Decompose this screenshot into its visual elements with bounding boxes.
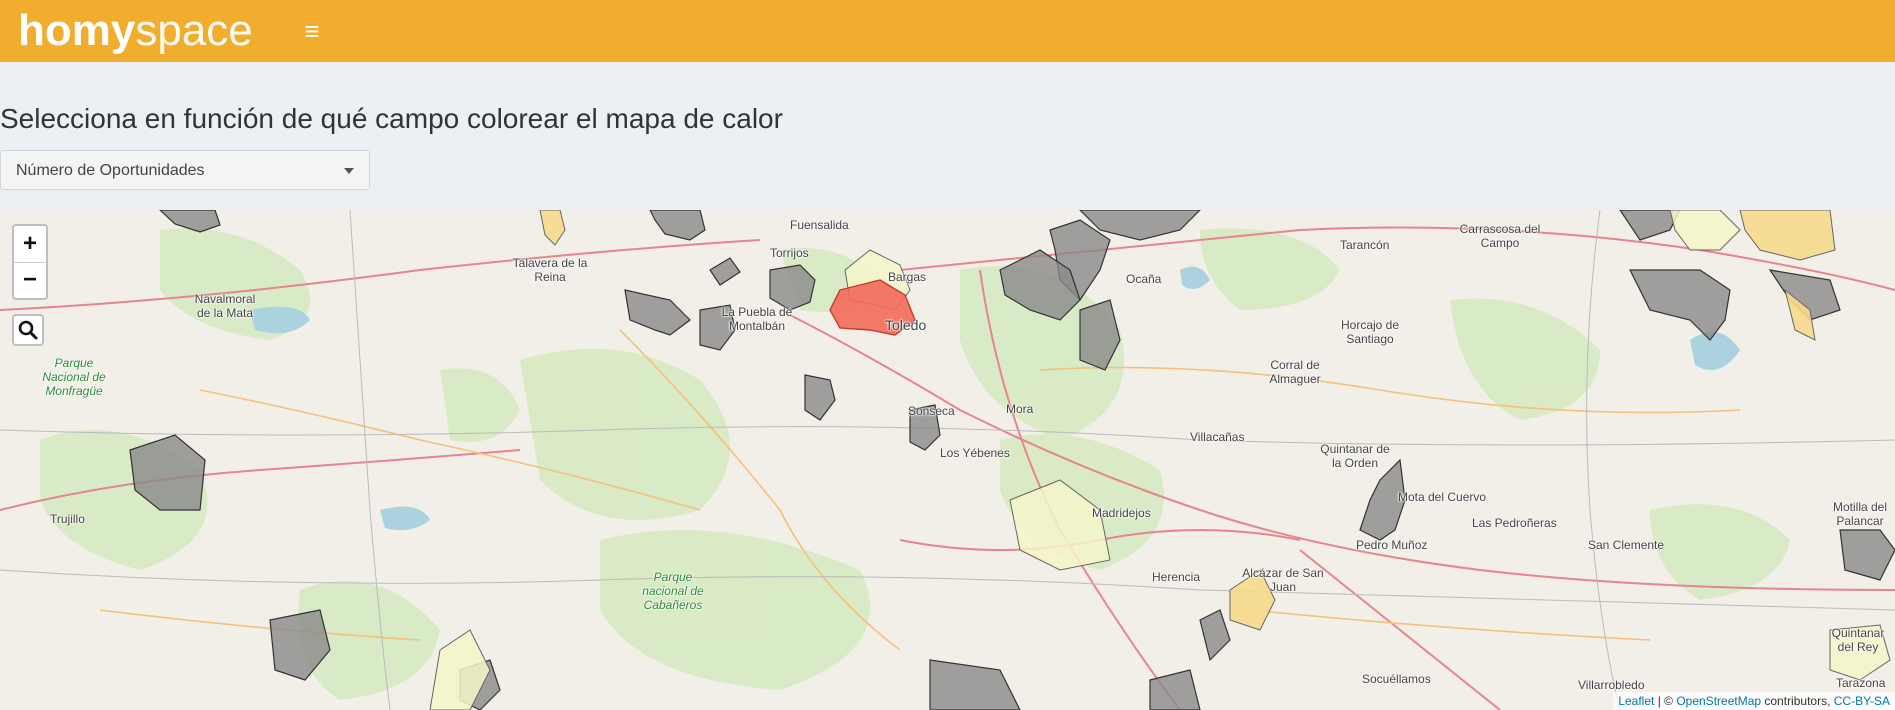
place-label: Torrijos bbox=[770, 246, 809, 260]
zoom-out-button[interactable]: − bbox=[14, 262, 46, 298]
cc-by-sa-link[interactable]: CC-BY-SA bbox=[1834, 694, 1890, 708]
logo-text-space: space bbox=[135, 6, 253, 55]
zoom-in-button[interactable]: + bbox=[14, 226, 46, 263]
leaflet-link[interactable]: Leaflet bbox=[1618, 694, 1654, 708]
park-label: Parque nacional de Cabañeros bbox=[642, 570, 704, 612]
place-label: Quintanar del Rey bbox=[1831, 626, 1885, 654]
place-label: Corral de Almaguer bbox=[1269, 358, 1321, 386]
place-label: Socuéllamos bbox=[1362, 672, 1431, 686]
place-label: Carrascosa del Campo bbox=[1459, 222, 1541, 250]
place-label: Talavera de la Reina bbox=[512, 256, 588, 284]
place-label: Villacañas bbox=[1190, 430, 1245, 444]
page-title: Selecciona en función de qué campo color… bbox=[0, 103, 783, 134]
place-label: Madridejos bbox=[1092, 506, 1151, 520]
place-label: Motilla del Palancar bbox=[1832, 500, 1888, 528]
map-search-button[interactable] bbox=[12, 314, 44, 346]
place-label: Mota del Cuervo bbox=[1398, 490, 1487, 504]
place-label: Herencia bbox=[1152, 570, 1201, 584]
place-label: Alcázar de San Juan bbox=[1242, 566, 1324, 594]
place-label: Fuensalida bbox=[790, 218, 849, 232]
place-label: Pedro Muñoz bbox=[1356, 538, 1428, 552]
search-icon bbox=[18, 320, 38, 340]
openstreetmap-link[interactable]: OpenStreetMap bbox=[1676, 694, 1761, 708]
place-label: San Clemente bbox=[1588, 538, 1665, 552]
place-label: Trujillo bbox=[50, 512, 85, 526]
place-label: Ocaña bbox=[1126, 272, 1162, 286]
zoom-control: + − bbox=[12, 224, 48, 300]
place-label: Sonseca bbox=[908, 404, 955, 418]
attribution-contributors: contributors, bbox=[1761, 694, 1834, 708]
place-label: Tarazona bbox=[1836, 676, 1886, 690]
park-label: Parque Nacional de Monfragüe bbox=[42, 356, 106, 398]
homyspace-logo[interactable]: homyspace bbox=[18, 6, 253, 56]
place-label: Quintanar de la Orden bbox=[1320, 442, 1390, 470]
attribution-separator: | © bbox=[1654, 694, 1677, 708]
place-label: Mora bbox=[1006, 402, 1034, 416]
place-label: Los Yébenes bbox=[940, 446, 1010, 460]
place-label: La Puebla de Montalbán bbox=[721, 305, 793, 333]
logo-text-homy: homy bbox=[18, 6, 136, 55]
top-navbar: homyspace ≡ bbox=[0, 0, 1895, 62]
place-label: Las Pedroñeras bbox=[1472, 516, 1557, 530]
chevron-down-icon bbox=[344, 168, 354, 174]
place-label: Horcajo de Santiago bbox=[1340, 318, 1400, 346]
place-label: Tarancón bbox=[1340, 238, 1390, 252]
place-label: Villarrobledo bbox=[1578, 678, 1645, 692]
map-base-layer bbox=[0, 210, 1895, 710]
heatmap-field-select[interactable]: Número de Oportunidades bbox=[0, 150, 370, 190]
hamburger-menu-icon[interactable]: ≡ bbox=[300, 18, 324, 44]
heatmap-map[interactable]: Fuensalida Torrijos Bargas Talavera de l… bbox=[0, 210, 1895, 710]
map-attribution: Leaflet | © OpenStreetMap contributors, … bbox=[1613, 692, 1895, 710]
place-label: Navalmoral de la Mata bbox=[194, 292, 256, 320]
place-label: Bargas bbox=[888, 270, 927, 284]
place-label: Toledo bbox=[885, 317, 927, 333]
select-value: Número de Oportunidades bbox=[16, 162, 205, 179]
